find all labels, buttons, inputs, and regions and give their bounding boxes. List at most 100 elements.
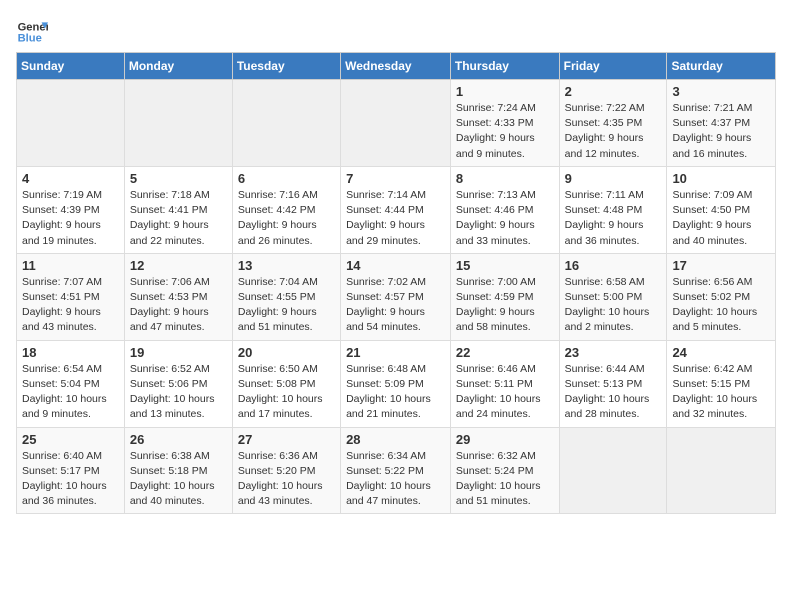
day-info: Sunrise: 6:32 AMSunset: 5:24 PMDaylight:… (456, 449, 554, 510)
day-info: Sunrise: 7:06 AMSunset: 4:53 PMDaylight:… (130, 275, 227, 336)
calendar-cell: 18Sunrise: 6:54 AMSunset: 5:04 PMDayligh… (17, 340, 125, 427)
calendar-cell (667, 427, 776, 514)
day-number: 19 (130, 345, 227, 360)
calendar-cell: 13 Sunrise: 7:04 AMSunset: 4:55 PMDayligh… (232, 253, 340, 340)
day-info: Sunrise: 7:13 AMSunset: 4:46 PMDaylight:… (456, 188, 554, 249)
day-info: Sunrise: 7:04 AMSunset: 4:55 PMDaylight:… (238, 275, 335, 336)
calendar-cell (124, 80, 232, 167)
day-info: Sunrise: 6:46 AMSunset: 5:11 PMDaylight:… (456, 362, 554, 423)
week-row-5: 25 Sunrise: 6:40 AMSunset: 5:17 PMDayligh… (17, 427, 776, 514)
day-info: Sunrise: 7:21 AMSunset: 4:37 PMDaylight:… (672, 101, 770, 162)
day-info: Sunrise: 7:11 AMSunset: 4:48 PMDaylight:… (565, 188, 662, 249)
calendar-cell: 23 Sunrise: 6:44 AMSunset: 5:13 PMDayligh… (559, 340, 667, 427)
day-info: Sunrise: 7:22 AMSunset: 4:35 PMDaylight:… (565, 101, 662, 162)
day-number: 28 (346, 432, 445, 447)
week-row-2: 4 Sunrise: 7:19 AMSunset: 4:39 PMDaylight… (17, 166, 776, 253)
day-info: Sunrise: 7:18 AMSunset: 4:41 PMDaylight:… (130, 188, 227, 249)
calendar-cell: 7 Sunrise: 7:14 AMSunset: 4:44 PMDaylight… (341, 166, 451, 253)
day-number: 5 (130, 171, 227, 186)
calendar-cell: 28 Sunrise: 6:34 AMSunset: 5:22 PMDayligh… (341, 427, 451, 514)
calendar-cell: 27Sunrise: 6:36 AMSunset: 5:20 PMDayligh… (232, 427, 340, 514)
day-number: 13 (238, 258, 335, 273)
day-info: Sunrise: 6:42 AMSunset: 5:15 PMDaylight:… (672, 362, 770, 423)
day-info: Sunrise: 6:40 AMSunset: 5:17 PMDaylight:… (22, 449, 119, 510)
calendar-cell: 6 Sunrise: 7:16 AMSunset: 4:42 PMDaylight… (232, 166, 340, 253)
day-number: 10 (672, 171, 770, 186)
calendar-cell (232, 80, 340, 167)
column-header-tuesday: Tuesday (232, 53, 340, 80)
column-header-saturday: Saturday (667, 53, 776, 80)
calendar-cell: 3 Sunrise: 7:21 AMSunset: 4:37 PMDaylight… (667, 80, 776, 167)
day-number: 27 (238, 432, 335, 447)
day-number: 23 (565, 345, 662, 360)
calendar-cell: 8 Sunrise: 7:13 AMSunset: 4:46 PMDaylight… (450, 166, 559, 253)
day-number: 17 (672, 258, 770, 273)
day-number: 18 (22, 345, 119, 360)
day-info: Sunrise: 6:34 AMSunset: 5:22 PMDaylight:… (346, 449, 445, 510)
day-info: Sunrise: 6:44 AMSunset: 5:13 PMDaylight:… (565, 362, 662, 423)
day-info: Sunrise: 7:07 AMSunset: 4:51 PMDaylight:… (22, 275, 119, 336)
calendar-cell: 29 Sunrise: 6:32 AMSunset: 5:24 PMDayligh… (450, 427, 559, 514)
calendar-cell: 12 Sunrise: 7:06 AMSunset: 4:53 PMDayligh… (124, 253, 232, 340)
day-number: 14 (346, 258, 445, 273)
day-info: Sunrise: 7:19 AMSunset: 4:39 PMDaylight:… (22, 188, 119, 249)
calendar-cell: 19 Sunrise: 6:52 AMSunset: 5:06 PMDayligh… (124, 340, 232, 427)
day-info: Sunrise: 7:24 AMSunset: 4:33 PMDaylight:… (456, 101, 554, 162)
calendar-cell: 17 Sunrise: 6:56 AMSunset: 5:02 PMDayligh… (667, 253, 776, 340)
calendar-cell: 25 Sunrise: 6:40 AMSunset: 5:17 PMDayligh… (17, 427, 125, 514)
day-info: Sunrise: 7:00 AMSunset: 4:59 PMDaylight:… (456, 275, 554, 336)
day-number: 24 (672, 345, 770, 360)
day-info: Sunrise: 6:38 AMSunset: 5:18 PMDaylight:… (130, 449, 227, 510)
day-number: 4 (22, 171, 119, 186)
calendar-cell (17, 80, 125, 167)
calendar-cell: 4 Sunrise: 7:19 AMSunset: 4:39 PMDaylight… (17, 166, 125, 253)
calendar-table: SundayMondayTuesdayWednesdayThursdayFrid… (16, 52, 776, 514)
calendar-cell: 20 Sunrise: 6:50 AMSunset: 5:08 PMDayligh… (232, 340, 340, 427)
calendar-cell: 14Sunrise: 7:02 AMSunset: 4:57 PMDayligh… (341, 253, 451, 340)
week-row-1: 1 Sunrise: 7:24 AMSunset: 4:33 PMDaylight… (17, 80, 776, 167)
column-header-monday: Monday (124, 53, 232, 80)
calendar-cell: 10 Sunrise: 7:09 AMSunset: 4:50 PMDayligh… (667, 166, 776, 253)
day-number: 15 (456, 258, 554, 273)
logo-icon: General Blue (16, 16, 48, 48)
day-info: Sunrise: 6:52 AMSunset: 5:06 PMDaylight:… (130, 362, 227, 423)
calendar-cell (559, 427, 667, 514)
day-number: 11 (22, 258, 119, 273)
calendar-cell: 26 Sunrise: 6:38 AMSunset: 5:18 PMDayligh… (124, 427, 232, 514)
day-info: Sunrise: 6:50 AMSunset: 5:08 PMDaylight:… (238, 362, 335, 423)
day-number: 26 (130, 432, 227, 447)
day-info: Sunrise: 6:56 AMSunset: 5:02 PMDaylight:… (672, 275, 770, 336)
day-number: 25 (22, 432, 119, 447)
day-number: 12 (130, 258, 227, 273)
day-info: Sunrise: 7:14 AMSunset: 4:44 PMDaylight:… (346, 188, 445, 249)
calendar-header-row: SundayMondayTuesdayWednesdayThursdayFrid… (17, 53, 776, 80)
svg-text:Blue: Blue (18, 33, 42, 45)
calendar-cell: 22Sunrise: 6:46 AMSunset: 5:11 PMDayligh… (450, 340, 559, 427)
page-header: General Blue (16, 16, 776, 48)
column-header-sunday: Sunday (17, 53, 125, 80)
calendar-cell: 11 Sunrise: 7:07 AMSunset: 4:51 PMDayligh… (17, 253, 125, 340)
day-number: 6 (238, 171, 335, 186)
calendar-cell: 2 Sunrise: 7:22 AMSunset: 4:35 PMDaylight… (559, 80, 667, 167)
day-number: 3 (672, 84, 770, 99)
day-number: 2 (565, 84, 662, 99)
column-header-friday: Friday (559, 53, 667, 80)
day-number: 8 (456, 171, 554, 186)
day-number: 29 (456, 432, 554, 447)
day-number: 21 (346, 345, 445, 360)
column-header-wednesday: Wednesday (341, 53, 451, 80)
day-number: 7 (346, 171, 445, 186)
day-info: Sunrise: 7:09 AMSunset: 4:50 PMDaylight:… (672, 188, 770, 249)
day-number: 16 (565, 258, 662, 273)
day-number: 20 (238, 345, 335, 360)
day-info: Sunrise: 6:58 AMSunset: 5:00 PMDaylight:… (565, 275, 662, 336)
day-number: 9 (565, 171, 662, 186)
week-row-3: 11 Sunrise: 7:07 AMSunset: 4:51 PMDayligh… (17, 253, 776, 340)
day-info: Sunrise: 7:16 AMSunset: 4:42 PMDaylight:… (238, 188, 335, 249)
calendar-cell: 21Sunrise: 6:48 AMSunset: 5:09 PMDayligh… (341, 340, 451, 427)
day-number: 1 (456, 84, 554, 99)
week-row-4: 18Sunrise: 6:54 AMSunset: 5:04 PMDayligh… (17, 340, 776, 427)
calendar-cell: 1 Sunrise: 7:24 AMSunset: 4:33 PMDaylight… (450, 80, 559, 167)
calendar-cell: 15 Sunrise: 7:00 AMSunset: 4:59 PMDayligh… (450, 253, 559, 340)
calendar-cell: 5 Sunrise: 7:18 AMSunset: 4:41 PMDaylight… (124, 166, 232, 253)
